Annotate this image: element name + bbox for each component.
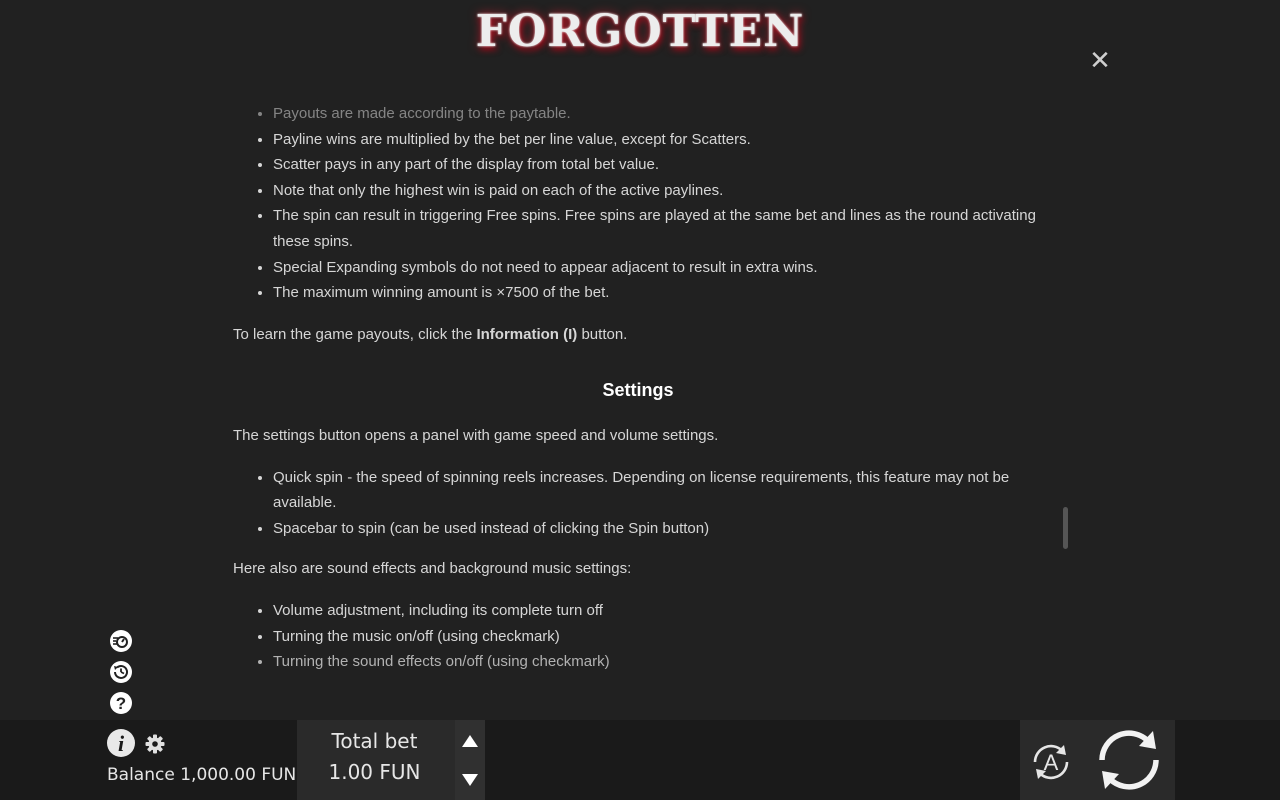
- list-item: Quick spin - the speed of spinning reels…: [273, 465, 1043, 516]
- info-icon[interactable]: i: [106, 728, 136, 758]
- payouts-text-after: button.: [577, 325, 628, 343]
- balance-label: Balance: [107, 765, 175, 785]
- autoplay-letter: A: [1044, 750, 1059, 775]
- list-item: Scatter pays in any part of the display …: [273, 152, 1043, 178]
- list-item: The spin can result in triggering Free s…: [273, 203, 1043, 254]
- svg-text:?: ?: [116, 694, 126, 713]
- spin-icon: [1099, 730, 1159, 790]
- history-icon[interactable]: [108, 659, 134, 685]
- bet-arrows: [455, 720, 485, 800]
- list-item: Special Expanding symbols do not need to…: [273, 255, 1043, 281]
- information-button-reference: Information (I): [476, 325, 578, 343]
- sound-intro: Here also are sound effects and backgrou…: [233, 560, 632, 578]
- list-item: Volume adjustment, including its complet…: [273, 598, 1043, 624]
- settings-heading: Settings: [602, 380, 674, 401]
- total-bet-label: Total bet: [331, 729, 418, 753]
- spin-button[interactable]: [1095, 727, 1163, 793]
- total-bet-value: 1.00 FUN: [328, 760, 421, 784]
- gear-icon[interactable]: [144, 733, 166, 755]
- rules-content: Payouts are made according to the paytab…: [233, 101, 1043, 685]
- arrow-down-icon[interactable]: [461, 773, 479, 787]
- arrow-up-icon[interactable]: [461, 734, 479, 748]
- sound-list: Volume adjustment, including its complet…: [233, 598, 1043, 675]
- close-icon[interactable]: ✕: [1088, 47, 1112, 73]
- rules-list: Payouts are made according to the paytab…: [233, 101, 1043, 306]
- balance-value: 1,000.00 FUN: [180, 765, 297, 785]
- settings-list: Quick spin - the speed of spinning reels…: [233, 465, 1043, 542]
- list-item: The maximum winning amount is ×7500 of t…: [273, 280, 1043, 306]
- autoplay-icon: A: [1033, 744, 1069, 780]
- autoplay-button[interactable]: A: [1026, 737, 1076, 787]
- list-item: Payouts are made according to the paytab…: [273, 101, 1043, 127]
- balance-display: Balance 1,000.00 FUN: [107, 765, 296, 785]
- list-item: Payline wins are multiplied by the bet p…: [273, 127, 1043, 153]
- scrollbar[interactable]: [1063, 507, 1068, 549]
- list-item: Spacebar to spin (can be used instead of…: [273, 516, 1043, 542]
- svg-text:i: i: [118, 731, 125, 756]
- payouts-note: To learn the game payouts, click the Inf…: [233, 322, 1043, 348]
- list-item: Turning the music on/off (using checkmar…: [273, 624, 1043, 650]
- settings-intro: The settings button opens a panel with g…: [233, 426, 719, 444]
- payouts-text-before: To learn the game payouts, click the: [233, 325, 477, 343]
- speed-icon[interactable]: [108, 628, 134, 654]
- help-icon[interactable]: ?: [108, 690, 134, 716]
- list-item: Note that only the highest win is paid o…: [273, 178, 1043, 204]
- list-item: Turning the sound effects on/off (using …: [273, 649, 1043, 675]
